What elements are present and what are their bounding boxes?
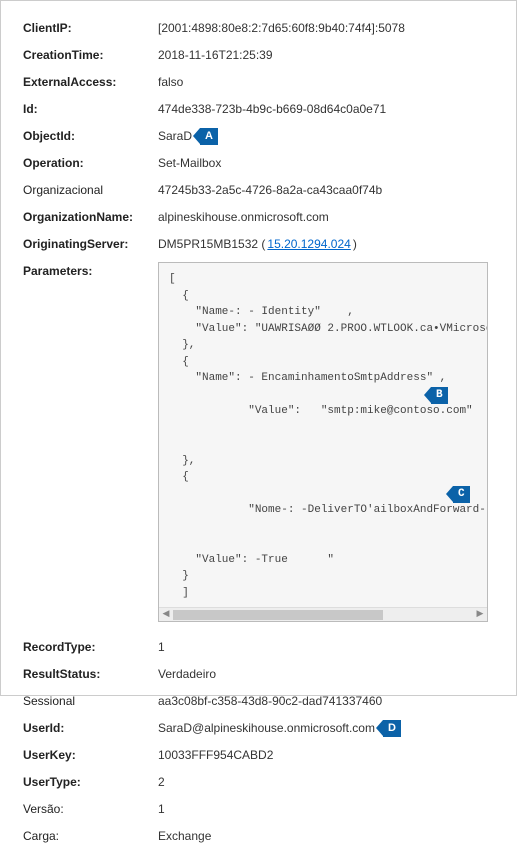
horizontal-scrollbar[interactable]: ◀ ▶ xyxy=(159,607,487,621)
value-operation: Set-Mailbox xyxy=(158,154,498,172)
code-line: "Name": - EncaminhamentoSmtpAddress" , xyxy=(169,370,477,387)
code-line: }, xyxy=(169,337,477,354)
value-originating-server: DM5PR15MB1532 (15.20.1294.024) xyxy=(158,235,498,253)
callout-d: D xyxy=(383,720,401,737)
code-line: ] xyxy=(169,585,477,602)
value-id: 474de338-723b-4b9c-b669-08d64c0a0e71 xyxy=(158,100,498,118)
row-organization-name: OrganizationName: alpineskihouse.onmicro… xyxy=(23,208,498,226)
code-line: { xyxy=(169,288,477,305)
row-organizational: Organizacional 47245b33-2a5c-4726-8a2a-c… xyxy=(23,181,498,199)
label-versao: Versão: xyxy=(23,800,158,818)
text-object-id: SaraD xyxy=(158,127,192,145)
label-operation: Operation: xyxy=(23,154,158,172)
scroll-left-icon[interactable]: ◀ xyxy=(159,608,173,622)
value-record-type: 1 xyxy=(158,638,498,656)
row-parameters: Parameters: [ { "Name-: - Identity" , "V… xyxy=(23,262,498,622)
label-client-ip: ClientIP: xyxy=(23,19,158,37)
text-originating-server-suffix: ) xyxy=(353,235,357,253)
code-line: }, xyxy=(169,453,477,470)
row-user-id: UserId: SaraD@alpineskihouse.onmicrosoft… xyxy=(23,719,498,737)
value-sessional: aa3c08bf-c358-43d8-90c2-dad741337460 xyxy=(158,692,498,710)
row-user-key: UserKey: 10033FFF954CABD2 xyxy=(23,746,498,764)
label-organization-name: OrganizationName: xyxy=(23,208,158,226)
label-creation-time: CreationTime: xyxy=(23,46,158,64)
value-organizational: 47245b33-2a5c-4726-8a2a-ca43caa0f74b xyxy=(158,181,498,199)
value-user-key: 10033FFF954CABD2 xyxy=(158,746,498,764)
value-user-type: 2 xyxy=(158,773,498,791)
row-carga: Carga: Exchange xyxy=(23,827,498,845)
code-text: "Nome-: -DeliverTO'ailboxAndForward- , xyxy=(222,504,488,516)
value-organization-name: alpineskihouse.onmicrosoft.com xyxy=(158,208,498,226)
value-client-ip: [2001:4898:80e8:2:7d65:60f8:9b40:74f4]:5… xyxy=(158,19,498,37)
label-external-access: ExternalAccess: xyxy=(23,73,158,91)
row-creation-time: CreationTime: 2018-11-16T21:25:39 xyxy=(23,46,498,64)
label-originating-server: OriginatingServer: xyxy=(23,235,158,253)
row-user-type: UserType: 2 xyxy=(23,773,498,791)
code-line: "Value": "UAWRISAØØ 2.PROO.WTLOOK.ca•VMi… xyxy=(169,321,477,338)
label-result-status: ResultStatus: xyxy=(23,665,158,683)
label-record-type: RecordType: xyxy=(23,638,158,656)
row-versao: Versão: 1 xyxy=(23,800,498,818)
code-line: "Value": -True " xyxy=(169,552,477,569)
label-sessional: Sessional xyxy=(23,692,158,710)
label-user-id: UserId: xyxy=(23,719,158,737)
code-line: { xyxy=(169,354,477,371)
row-object-id: ObjectId: SaraD A xyxy=(23,127,498,145)
row-id: Id: 474de338-723b-4b9c-b669-08d64c0a0e71 xyxy=(23,100,498,118)
text-user-id: SaraD@alpineskihouse.onmicrosoft.com xyxy=(158,719,375,737)
callout-b: B xyxy=(431,387,448,404)
value-object-id: SaraD A xyxy=(158,127,498,145)
label-user-key: UserKey: xyxy=(23,746,158,764)
scroll-right-icon[interactable]: ▶ xyxy=(473,608,487,622)
row-external-access: ExternalAccess: falso xyxy=(23,73,498,91)
row-record-type: RecordType: 1 xyxy=(23,638,498,656)
label-object-id: ObjectId: xyxy=(23,127,158,145)
label-organizational: Organizacional xyxy=(23,181,158,199)
value-user-id: SaraD@alpineskihouse.onmicrosoft.com D xyxy=(158,719,498,737)
row-sessional: Sessional aa3c08bf-c358-43d8-90c2-dad741… xyxy=(23,692,498,710)
code-line: [ xyxy=(169,271,477,288)
row-operation: Operation: Set-Mailbox xyxy=(23,154,498,172)
row-client-ip: ClientIP: [2001:4898:80e8:2:7d65:60f8:9b… xyxy=(23,19,498,37)
link-originating-server-version[interactable]: 15.20.1294.024 xyxy=(267,235,350,253)
label-id: Id: xyxy=(23,100,158,118)
code-line: "Nome-: -DeliverTO'ailboxAndForward- , C xyxy=(169,486,477,552)
row-originating-server: OriginatingServer: DM5PR15MB1532 (15.20.… xyxy=(23,235,498,253)
label-carga: Carga: xyxy=(23,827,158,845)
value-external-access: falso xyxy=(158,73,498,91)
code-line: } xyxy=(169,568,477,585)
label-user-type: UserType: xyxy=(23,773,158,791)
code-text: "Value": "smtp:mike@contoso.com" xyxy=(222,405,473,417)
scroll-thumb[interactable] xyxy=(173,610,383,620)
callout-a: A xyxy=(200,128,218,145)
code-line: { xyxy=(169,469,477,486)
label-parameters: Parameters: xyxy=(23,262,158,280)
code-line: "Value": "smtp:mike@contoso.com" B xyxy=(169,387,477,453)
callout-c: C xyxy=(453,486,470,503)
value-parameters: [ { "Name-: - Identity" , "Value": "UAWR… xyxy=(158,262,498,622)
value-creation-time: 2018-11-16T21:25:39 xyxy=(158,46,498,64)
code-line: "Name-: - Identity" , xyxy=(169,304,477,321)
row-result-status: ResultStatus: Verdadeiro xyxy=(23,665,498,683)
text-originating-server-prefix: DM5PR15MB1532 ( xyxy=(158,235,265,253)
parameters-codebox: [ { "Name-: - Identity" , "Value": "UAWR… xyxy=(158,262,488,622)
value-carga: Exchange xyxy=(158,827,498,845)
value-result-status: Verdadeiro xyxy=(158,665,498,683)
value-versao: 1 xyxy=(158,800,498,818)
scroll-track[interactable] xyxy=(173,608,473,622)
